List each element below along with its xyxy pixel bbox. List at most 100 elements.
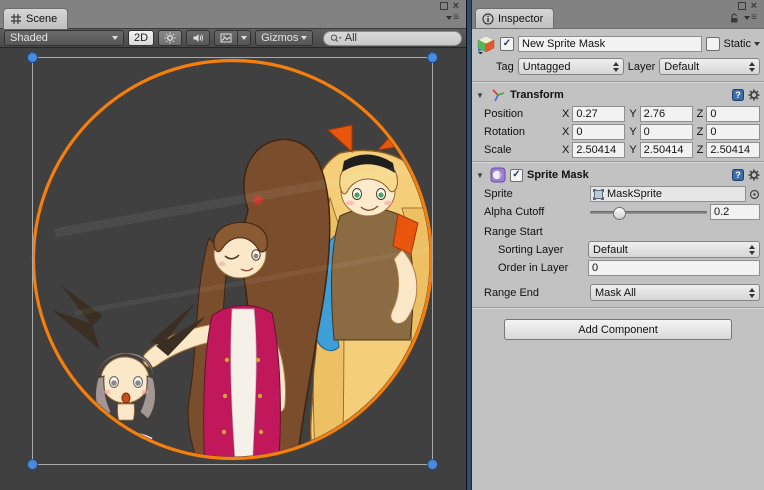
position-x-field[interactable] [572, 106, 625, 122]
updown-arrows-icon [749, 245, 755, 255]
scene-effects-dropdown[interactable] [238, 30, 251, 46]
close-icon[interactable]: × [453, 2, 459, 10]
range-end-dropdown[interactable]: Mask All [590, 284, 760, 301]
help-icon[interactable]: ? [732, 169, 744, 181]
info-icon [482, 13, 494, 25]
selection-handle-top-right[interactable] [428, 53, 438, 63]
rotation-x-field[interactable] [572, 124, 625, 140]
axis-x-label: X [562, 144, 569, 156]
2d-label: 2D [134, 32, 148, 44]
inspector-tab-label: Inspector [498, 13, 543, 25]
object-picker-icon[interactable] [749, 189, 760, 200]
unity-editor-window: Scene × ≡ Shaded 2D [0, 0, 764, 490]
rotation-label: Rotation [484, 126, 558, 138]
transform-title: Transform [510, 89, 564, 101]
scale-label: Scale [484, 144, 558, 156]
scale-y-field[interactable] [640, 142, 693, 158]
axis-z-label: Z [697, 126, 704, 138]
static-checkbox[interactable] [706, 37, 720, 51]
sprite-row: Sprite MaskSprite [472, 185, 764, 203]
rotation-row: Rotation X Y Z [472, 123, 764, 141]
add-component-button[interactable]: Add Component [504, 319, 732, 340]
layer-dropdown[interactable]: Default [659, 58, 760, 75]
selection-handle-bottom-left[interactable] [28, 460, 38, 470]
order-in-layer-label: Order in Layer [484, 262, 584, 274]
axis-z-label: Z [697, 144, 704, 156]
sorting-layer-row: Sorting Layer Default [472, 240, 764, 259]
sorting-layer-label: Sorting Layer [484, 244, 584, 256]
scale-z-field[interactable] [706, 142, 760, 158]
alpha-cutoff-slider[interactable] [590, 205, 707, 219]
scene-panel: Scene × ≡ Shaded 2D [0, 0, 466, 490]
image-icon [220, 32, 232, 44]
inspector-body: ✓ Static Tag Untagged Layer Default [472, 28, 764, 490]
lock-icon[interactable] [730, 13, 739, 23]
sorting-layer-dropdown[interactable]: Default [588, 241, 760, 258]
position-z-field[interactable] [706, 106, 760, 122]
slider-thumb[interactable] [613, 207, 626, 220]
speaker-icon [192, 32, 204, 44]
tag-layer-row: Tag Untagged Layer Default [472, 56, 764, 79]
search-icon [330, 33, 342, 44]
scene-search-field[interactable] [323, 31, 462, 46]
scene-audio-button[interactable] [186, 30, 210, 46]
scale-x-field[interactable] [572, 142, 625, 158]
position-row: Position X Y Z [472, 105, 764, 123]
chevron-down-icon [301, 36, 307, 40]
panel-menu-icon[interactable]: ≡ [744, 13, 757, 23]
range-end-label: Range End [484, 287, 586, 299]
sprite-object-field[interactable]: MaskSprite [590, 186, 746, 202]
rotation-y-field[interactable] [640, 124, 693, 140]
gameobject-cube-icon[interactable] [476, 34, 496, 54]
foldout-icon[interactable]: ▼ [476, 91, 486, 100]
selection-handle-top-left[interactable] [28, 53, 38, 63]
tab-inspector[interactable]: Inspector [475, 8, 554, 29]
sprite-mask-icon [490, 167, 506, 183]
tag-label: Tag [496, 61, 514, 73]
sprite-mask-header[interactable]: ▼ ✓ Sprite Mask ? [472, 164, 764, 185]
tab-scene[interactable]: Scene [3, 8, 68, 29]
axis-y-label: Y [629, 126, 636, 138]
scene-viewport[interactable] [0, 48, 466, 490]
gizmos-label: Gizmos [261, 32, 298, 44]
rotation-z-field[interactable] [706, 124, 760, 140]
scene-effects-button[interactable] [214, 30, 238, 46]
chevron-down-icon[interactable] [754, 42, 760, 46]
2d-toggle-button[interactable]: 2D [128, 30, 154, 46]
scene-lighting-button[interactable] [158, 30, 182, 46]
scene-gizmo-layer [0, 48, 466, 490]
updown-arrows-icon [749, 288, 755, 298]
alpha-cutoff-row: Alpha Cutoff [472, 203, 764, 221]
range-start-label: Range Start [472, 221, 764, 240]
gizmos-dropdown[interactable]: Gizmos [255, 30, 313, 46]
gameobject-active-checkbox[interactable]: ✓ [500, 37, 514, 51]
inspector-panel: Inspector × ≡ [472, 0, 764, 490]
range-end-row: Range End Mask All [472, 283, 764, 302]
scene-toolbar: Shaded 2D [0, 28, 466, 48]
maximize-icon[interactable] [440, 2, 448, 10]
help-icon[interactable]: ? [732, 89, 744, 101]
shading-mode-label: Shaded [10, 32, 48, 44]
shading-mode-dropdown[interactable]: Shaded [4, 30, 124, 46]
sprite-mask-enabled-checkbox[interactable]: ✓ [510, 169, 523, 182]
inspector-tabstrip: Inspector × ≡ [472, 0, 764, 28]
tag-dropdown[interactable]: Untagged [518, 58, 624, 75]
sun-icon [164, 32, 176, 44]
selection-handle-bottom-right[interactable] [428, 460, 438, 470]
gear-icon[interactable] [748, 89, 760, 101]
static-toggle[interactable]: Static [706, 37, 760, 51]
alpha-cutoff-value-field[interactable] [710, 204, 760, 220]
transform-header[interactable]: ▼ Transform ? [472, 84, 764, 105]
sprite-mask-title: Sprite Mask [527, 169, 589, 181]
close-icon[interactable]: × [751, 2, 757, 10]
updown-arrows-icon [749, 62, 755, 72]
maximize-icon[interactable] [738, 2, 746, 10]
separator [472, 161, 764, 162]
scene-search-input[interactable] [345, 32, 455, 44]
gear-icon[interactable] [748, 169, 760, 181]
gameobject-name-field[interactable] [518, 36, 702, 52]
panel-menu-icon[interactable]: ≡ [446, 13, 459, 23]
position-y-field[interactable] [640, 106, 693, 122]
order-in-layer-field[interactable] [588, 260, 760, 276]
foldout-icon[interactable]: ▼ [476, 171, 486, 180]
